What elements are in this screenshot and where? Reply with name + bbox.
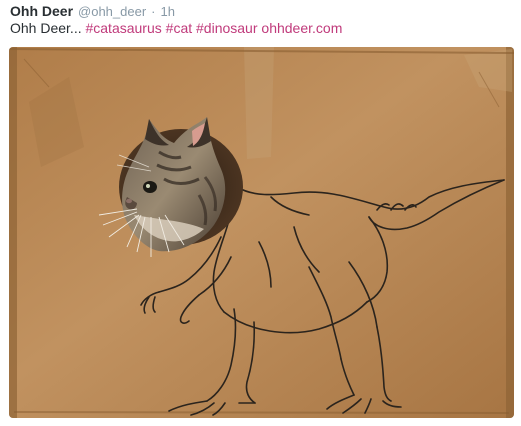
- tweet-timestamp[interactable]: 1h: [161, 4, 175, 19]
- tweet-text-prefix: Ohh Deer...: [10, 20, 82, 36]
- link-ohhdeer[interactable]: ohhdeer.com: [261, 20, 342, 36]
- tweet-header: Ohh Deer @ohh_deer · 1h: [10, 3, 175, 19]
- cardboard-box-icon: [9, 47, 514, 418]
- author-display-name[interactable]: Ohh Deer: [10, 3, 73, 19]
- tweet-photo[interactable]: [9, 47, 514, 418]
- author-handle[interactable]: @ohh_deer: [78, 4, 146, 19]
- hashtag-cat[interactable]: #cat: [166, 20, 192, 36]
- separator-dot: ·: [151, 4, 156, 19]
- hashtag-catasaurus[interactable]: #catasaurus: [85, 20, 161, 36]
- tweet-text: Ohh Deer... #catasaurus #cat #dinosaur o…: [10, 20, 342, 38]
- hashtag-dinosaur[interactable]: #dinosaur: [196, 20, 258, 36]
